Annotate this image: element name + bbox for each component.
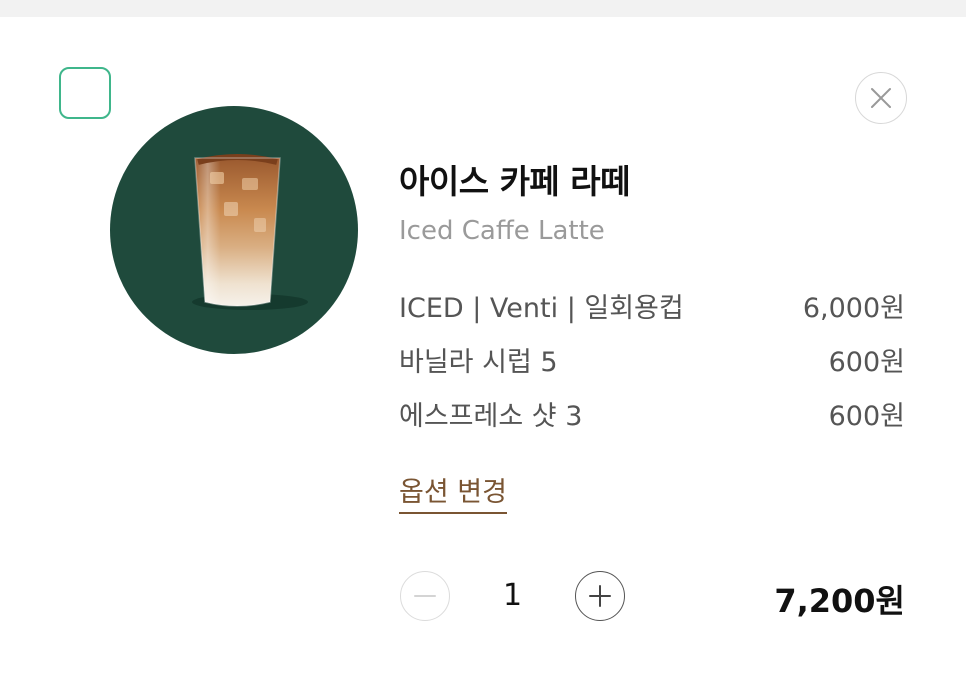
option-row: 에스프레소 샷 3 600원 (399, 394, 905, 433)
option-price: 600원 (828, 401, 905, 432)
option-price: 600원 (828, 347, 905, 378)
product-image (110, 106, 358, 354)
decrease-quantity-button[interactable] (400, 571, 450, 621)
total-price: 7,200원 (774, 582, 905, 620)
product-name-korean: 아이스 카페 라떼 (399, 162, 631, 201)
remove-item-button[interactable] (855, 72, 907, 124)
plus-icon (589, 585, 611, 607)
option-label: 에스프레소 샷 3 (399, 401, 583, 432)
minus-icon (414, 595, 436, 597)
quantity-value: 1 (502, 578, 523, 613)
increase-quantity-button[interactable] (575, 571, 625, 621)
option-row: ICED | Venti | 일회용컵 6,000원 (399, 286, 905, 325)
change-option-link[interactable]: 옵션 변경 (399, 470, 507, 514)
option-label: 바닐라 시럽 5 (399, 347, 558, 378)
product-name-english: Iced Caffe Latte (399, 216, 605, 246)
iced-latte-cup-image (192, 154, 308, 310)
option-row: 바닐라 시럽 5 600원 (399, 340, 905, 379)
option-price: 6,000원 (802, 293, 905, 324)
select-item-checkbox[interactable] (59, 67, 111, 119)
close-icon (871, 88, 891, 108)
option-label: ICED | Venti | 일회용컵 (399, 293, 684, 324)
top-divider-bar (0, 0, 966, 17)
